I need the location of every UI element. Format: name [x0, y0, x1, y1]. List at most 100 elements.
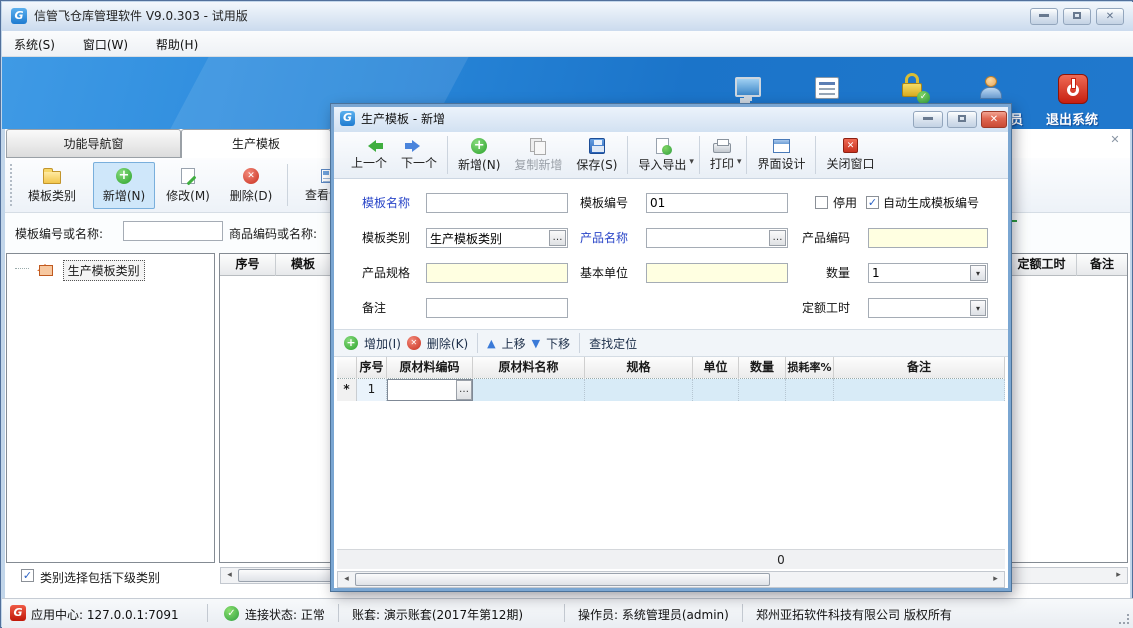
dialog-close-button[interactable]: ✕: [981, 111, 1007, 128]
connection-status: 连接状态: 正常: [245, 606, 325, 623]
grid-header-qty[interactable]: 数量: [739, 357, 786, 379]
grid-header-material-name[interactable]: 原材料名称: [473, 357, 585, 379]
lock-icon[interactable]: ✓: [899, 73, 927, 101]
tree-root-item[interactable]: 生产模板类别: [15, 260, 145, 278]
grid-header-material-code[interactable]: 原材料编码: [387, 357, 473, 379]
include-sub-label: 类别选择包括下级类别: [40, 569, 160, 586]
list-header-seq[interactable]: 序号: [220, 254, 276, 276]
copyright-status: 郑州亚拓软件科技有限公司 版权所有: [756, 606, 952, 623]
template-filter-input[interactable]: [123, 221, 223, 241]
template-category-button[interactable]: 模板类别: [15, 162, 89, 209]
arrow-up-icon: ▲: [487, 337, 495, 350]
operator-label-partial[interactable]: 员: [1010, 109, 1023, 128]
chevron-down-icon[interactable]: ▾: [689, 157, 694, 167]
grid-header-remark[interactable]: 备注: [834, 357, 1005, 379]
grid-header-loss-rate[interactable]: 损耗率%: [786, 357, 834, 379]
dialog-maximize-button[interactable]: [947, 111, 977, 128]
close-icon: ✕: [1106, 11, 1114, 22]
menu-system[interactable]: 系统(S): [2, 31, 67, 53]
find-locate-button[interactable]: 查找定位: [589, 335, 637, 352]
list-header-quota-hours[interactable]: 定额工时: [1007, 254, 1077, 276]
bill-list-icon[interactable]: [815, 77, 839, 99]
chevron-down-icon[interactable]: ▾: [737, 157, 742, 167]
materials-grid-row: * 1 …: [337, 379, 1005, 401]
material-name-cell[interactable]: [473, 379, 585, 401]
qty-combo: ▾: [868, 263, 988, 283]
product-name-input[interactable]: [647, 229, 787, 247]
ui-design-button[interactable]: 界面设计: [750, 134, 812, 176]
dialog-add-button[interactable]: +新增(N): [451, 134, 507, 176]
loss-rate-cell[interactable]: [786, 379, 834, 401]
list-header-remark[interactable]: 备注: [1077, 254, 1127, 276]
close-icon: ✕: [990, 114, 998, 125]
dialog-toolbar: 上一个 下一个 +新增(N) 复制新增 保存(S) 导入导出 ▾ 打印 ▾ 界面…: [334, 132, 1008, 179]
unit-cell[interactable]: [693, 379, 739, 401]
dialog-hscroll-thumb[interactable]: [355, 573, 770, 586]
dialog-minimize-button[interactable]: [913, 111, 943, 128]
lock-check-icon: ✓: [917, 91, 930, 104]
add-button[interactable]: + 新增(N): [93, 162, 155, 209]
exit-system-label[interactable]: 退出系统: [1046, 109, 1098, 128]
disabled-checkbox[interactable]: [815, 196, 828, 209]
exit-power-icon[interactable]: [1058, 74, 1088, 104]
qty-cell[interactable]: [739, 379, 786, 401]
menu-window[interactable]: 窗口(W): [71, 31, 140, 53]
include-sub-checkbox[interactable]: ✓: [21, 569, 34, 582]
scroll-left-icon[interactable]: ◂: [339, 573, 354, 586]
delete-button[interactable]: ✕ 删除(D): [221, 162, 281, 209]
chevron-down-icon[interactable]: ▾: [970, 300, 986, 316]
print-button[interactable]: 打印: [703, 134, 741, 176]
status-separator: [742, 604, 743, 622]
scroll-left-icon[interactable]: ◂: [222, 569, 237, 582]
grid-add-button[interactable]: 增加(I): [364, 335, 401, 352]
tab-production-template[interactable]: 生产模板: [181, 129, 331, 158]
browse-icon[interactable]: …: [456, 380, 472, 400]
grid-toolbar: + 增加(I) ✕ 删除(K) ▲ 上移 ▼ 下移 查找定位: [334, 329, 1008, 357]
edit-button[interactable]: 修改(M): [159, 162, 217, 209]
auto-no-checkbox[interactable]: ✓: [866, 196, 879, 209]
remark-input[interactable]: [426, 298, 568, 318]
template-name-input[interactable]: [426, 193, 568, 213]
grid-header-seq[interactable]: 序号: [357, 357, 387, 379]
scroll-right-icon[interactable]: ▸: [1111, 569, 1126, 582]
remark-cell[interactable]: [834, 379, 1005, 401]
close-button[interactable]: ✕: [1096, 8, 1124, 25]
row-seq-cell[interactable]: 1: [357, 379, 387, 401]
browse-icon[interactable]: …: [549, 230, 566, 246]
grid-delete-button[interactable]: 删除(K): [427, 335, 468, 352]
save-button[interactable]: 保存(S): [569, 134, 624, 176]
template-no-label: 模板编号: [580, 193, 628, 213]
minimize-button[interactable]: [1030, 8, 1058, 25]
desktop-icon[interactable]: [735, 77, 761, 97]
scroll-right-icon[interactable]: ▸: [988, 573, 1003, 586]
toolbar-separator: [746, 136, 747, 174]
close-window-button[interactable]: ✕关闭窗口: [819, 134, 881, 176]
resize-grip[interactable]: [1119, 614, 1129, 624]
move-down-button[interactable]: 下移: [546, 335, 570, 352]
quota-hours-combo: ▾: [868, 298, 988, 318]
plus-icon: +: [116, 168, 132, 184]
material-code-cell[interactable]: …: [387, 379, 473, 401]
grid-header-spec[interactable]: 规格: [585, 357, 693, 379]
next-button[interactable]: 下一个: [394, 134, 444, 176]
copy-icon: [530, 138, 546, 154]
template-no-input[interactable]: [646, 193, 788, 213]
prev-button[interactable]: 上一个: [344, 134, 394, 176]
import-export-button[interactable]: 导入导出: [631, 134, 693, 176]
template-name-label: 模板名称: [362, 193, 410, 213]
tab-nav-window[interactable]: 功能导航窗: [6, 129, 181, 158]
dialog-hscrollbar[interactable]: ◂ ▸: [337, 571, 1005, 588]
category-input[interactable]: [427, 229, 567, 247]
operator-icon[interactable]: [979, 76, 1003, 100]
auto-no-label: 自动生成模板编号: [883, 193, 979, 213]
grid-header-unit[interactable]: 单位: [693, 357, 739, 379]
maximize-button[interactable]: [1063, 8, 1091, 25]
tree-root-label[interactable]: 生产模板类别: [63, 260, 145, 281]
check-icon: ✓: [22, 570, 33, 581]
move-up-button[interactable]: 上移: [502, 335, 526, 352]
spec-cell[interactable]: [585, 379, 693, 401]
chevron-down-icon[interactable]: ▾: [970, 265, 986, 281]
tab-close-icon[interactable]: ✕: [1107, 132, 1123, 148]
copy-add-button: 复制新增: [507, 134, 569, 176]
menu-help[interactable]: 帮助(H): [144, 31, 210, 53]
